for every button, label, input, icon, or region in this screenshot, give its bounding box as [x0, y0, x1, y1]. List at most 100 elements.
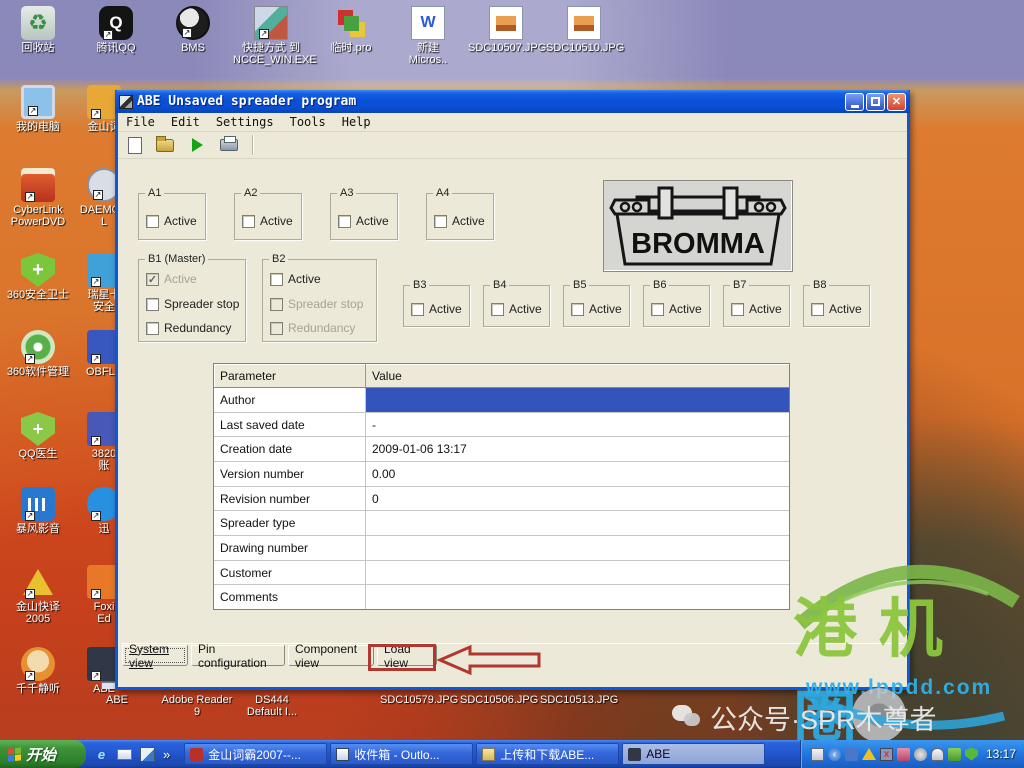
desktop-icon-ncce[interactable]: 快捷方式 到 NCCE_WIN.EXE	[233, 6, 317, 66]
tab-component-view[interactable]: Component view	[288, 642, 374, 670]
clock[interactable]: 13:17	[986, 747, 1016, 761]
table-row[interactable]: Creation date 2009-01-06 13:17	[214, 437, 789, 463]
ie-icon[interactable]	[94, 747, 109, 762]
desktop-icon-kingsoft-translator[interactable]: 金山快译 2005	[0, 565, 76, 625]
desktop-icon-ttplayer[interactable]: 千千静听	[0, 647, 76, 695]
suitcase-icon[interactable]	[947, 747, 961, 761]
desktop-icon-qq-doctor[interactable]: QQ医生	[0, 412, 76, 460]
checkbox-b6-active[interactable]	[651, 302, 664, 316]
checkbox-b1-redundancy[interactable]	[146, 321, 159, 335]
value-cell[interactable]	[366, 536, 789, 560]
desktop-icon-360-software[interactable]: 360软件管理	[0, 330, 76, 378]
column-header-parameter[interactable]: Parameter	[214, 364, 366, 387]
task-button-upload-download[interactable]: 上传和下载ABE...	[476, 743, 620, 765]
value-cell[interactable]	[366, 511, 789, 535]
display-error-icon[interactable]: x	[879, 747, 893, 761]
task-button-abe[interactable]: ABE	[622, 743, 766, 765]
value-cell[interactable]: 0.00	[366, 462, 789, 486]
start-button[interactable]: 开始	[0, 740, 86, 768]
checkbox-b2-active[interactable]	[270, 272, 283, 286]
mail-icon[interactable]	[117, 748, 132, 760]
column-header-value[interactable]: Value	[366, 369, 789, 383]
checkbox-label: Active	[164, 214, 197, 228]
table-row[interactable]: Last saved date -	[214, 412, 789, 438]
desktop-icon-360-safe[interactable]: 360安全卫士	[0, 253, 76, 301]
value-cell[interactable]	[366, 561, 789, 585]
app-collage-icon	[254, 6, 288, 40]
table-row[interactable]: Drawing number	[214, 536, 789, 561]
value-cell[interactable]	[366, 388, 789, 412]
scanner-icon[interactable]	[896, 747, 910, 761]
table-row[interactable]: Version number 0.00	[214, 462, 789, 487]
desktop-icon-pro[interactable]: 临时.pro	[313, 6, 389, 54]
menu-settings[interactable]: Settings	[208, 114, 282, 130]
desktop-icon-recycle-bin[interactable]: 回收站	[0, 6, 76, 54]
checkbox-b5-active[interactable]	[571, 302, 584, 316]
system-tray: ‹ x 13:17	[799, 740, 1024, 768]
desktop-icon-sdc10513[interactable]: SDC10513.JPG	[540, 692, 618, 706]
security-shield-icon[interactable]	[964, 747, 978, 761]
task-button-kingsoft[interactable]: 金山词霸2007--...	[184, 743, 328, 765]
desktop-icon-sdc10506[interactable]: SDC10506.JPG	[460, 692, 538, 706]
jpg-file-icon	[489, 6, 523, 40]
menu-help[interactable]: Help	[334, 114, 379, 130]
value-cell[interactable]: 0	[366, 487, 789, 511]
checkbox-b4-active[interactable]	[491, 302, 504, 316]
group-label: B1 (Master)	[145, 253, 209, 265]
checkbox-a3-active[interactable]	[338, 214, 351, 228]
desktop-icon-my-computer[interactable]: 我的电脑	[0, 85, 76, 133]
mouse-icon[interactable]	[930, 747, 944, 761]
open-file-icon[interactable]	[156, 135, 174, 152]
close-button[interactable]	[887, 92, 906, 111]
table-row[interactable]: Spreader type	[214, 511, 789, 537]
checkbox-a2-active[interactable]	[242, 214, 255, 228]
run-icon[interactable]	[188, 136, 206, 154]
network-icon[interactable]	[844, 747, 858, 761]
value-cell[interactable]	[366, 585, 789, 609]
desktop-icon-abe-2[interactable]: ABE	[79, 692, 155, 706]
table-row[interactable]: Customer	[214, 560, 789, 586]
table-row[interactable]: Author	[214, 388, 789, 413]
new-file-icon[interactable]	[128, 136, 142, 154]
desktop-icon-sdc10510[interactable]: SDC10510.JPG	[546, 6, 624, 54]
maximize-button[interactable]	[866, 92, 885, 111]
window-titlebar[interactable]: ABE Unsaved spreader program	[115, 90, 910, 113]
desktop-icon-ds444[interactable]: DS444 Default I...	[234, 692, 310, 718]
desktop-icon-label: 360安全卫士	[6, 289, 70, 301]
table-row[interactable]: Revision number 0	[214, 486, 789, 512]
desktop-icon-qq[interactable]: 腾讯QQ	[78, 6, 154, 54]
desktop-icon-sdc10579[interactable]: SDC10579.JPG	[380, 692, 458, 706]
desktop-icon-powerdvd[interactable]: CyberLink PowerDVD	[0, 168, 76, 228]
checkbox-b3-active[interactable]	[411, 302, 424, 316]
desktop-icon-adobe-reader[interactable]: Adobe Reader 9	[159, 692, 235, 718]
menu-edit[interactable]: Edit	[163, 114, 208, 130]
checkbox-b8-active[interactable]	[811, 302, 824, 316]
desktop-icon-sdc10507[interactable]: SDC10507.JPG	[468, 6, 546, 54]
show-desktop-icon[interactable]	[140, 746, 155, 762]
checkbox-a1-active[interactable]	[146, 214, 159, 228]
speaker-icon[interactable]	[913, 747, 927, 761]
value-cell[interactable]: -	[366, 413, 789, 437]
menu-file[interactable]: File	[118, 114, 163, 130]
task-button-inbox[interactable]: 收件箱 - Outlo...	[330, 743, 474, 765]
desktop-icon-bms[interactable]: BMS	[155, 6, 231, 54]
print-icon[interactable]	[220, 136, 238, 151]
desktop-icon-storm-player[interactable]: 暴风影音	[0, 487, 76, 535]
checkbox-b1-spreader-stop[interactable]	[146, 297, 159, 311]
alert-icon[interactable]	[861, 748, 876, 760]
tab-system-view[interactable]: System view	[122, 642, 188, 670]
desktop-icon-new-doc[interactable]: 新建 Micros..	[390, 6, 466, 66]
parameter-cell: Customer	[214, 560, 366, 585]
minimize-button[interactable]	[845, 92, 864, 111]
collapse-chevron-icon[interactable]: ‹	[827, 747, 841, 761]
table-row[interactable]: Comments	[214, 585, 789, 610]
tab-pin-configuration[interactable]: Pin configuration	[191, 642, 285, 670]
checkbox-a4-active[interactable]	[434, 214, 447, 228]
menu-tools[interactable]: Tools	[282, 114, 334, 130]
value-cell[interactable]: 2009-01-06 13:17	[366, 437, 789, 461]
keyboard-icon[interactable]	[810, 747, 824, 761]
desktop-icon-label: 快捷方式 到 NCCE_WIN.EXE	[233, 42, 317, 66]
watermark-subtitle-row: 公众号·SPR木尊者	[672, 698, 937, 737]
checkbox-b7-active[interactable]	[731, 302, 744, 316]
overflow-chevron-icon[interactable]: »	[163, 747, 170, 762]
